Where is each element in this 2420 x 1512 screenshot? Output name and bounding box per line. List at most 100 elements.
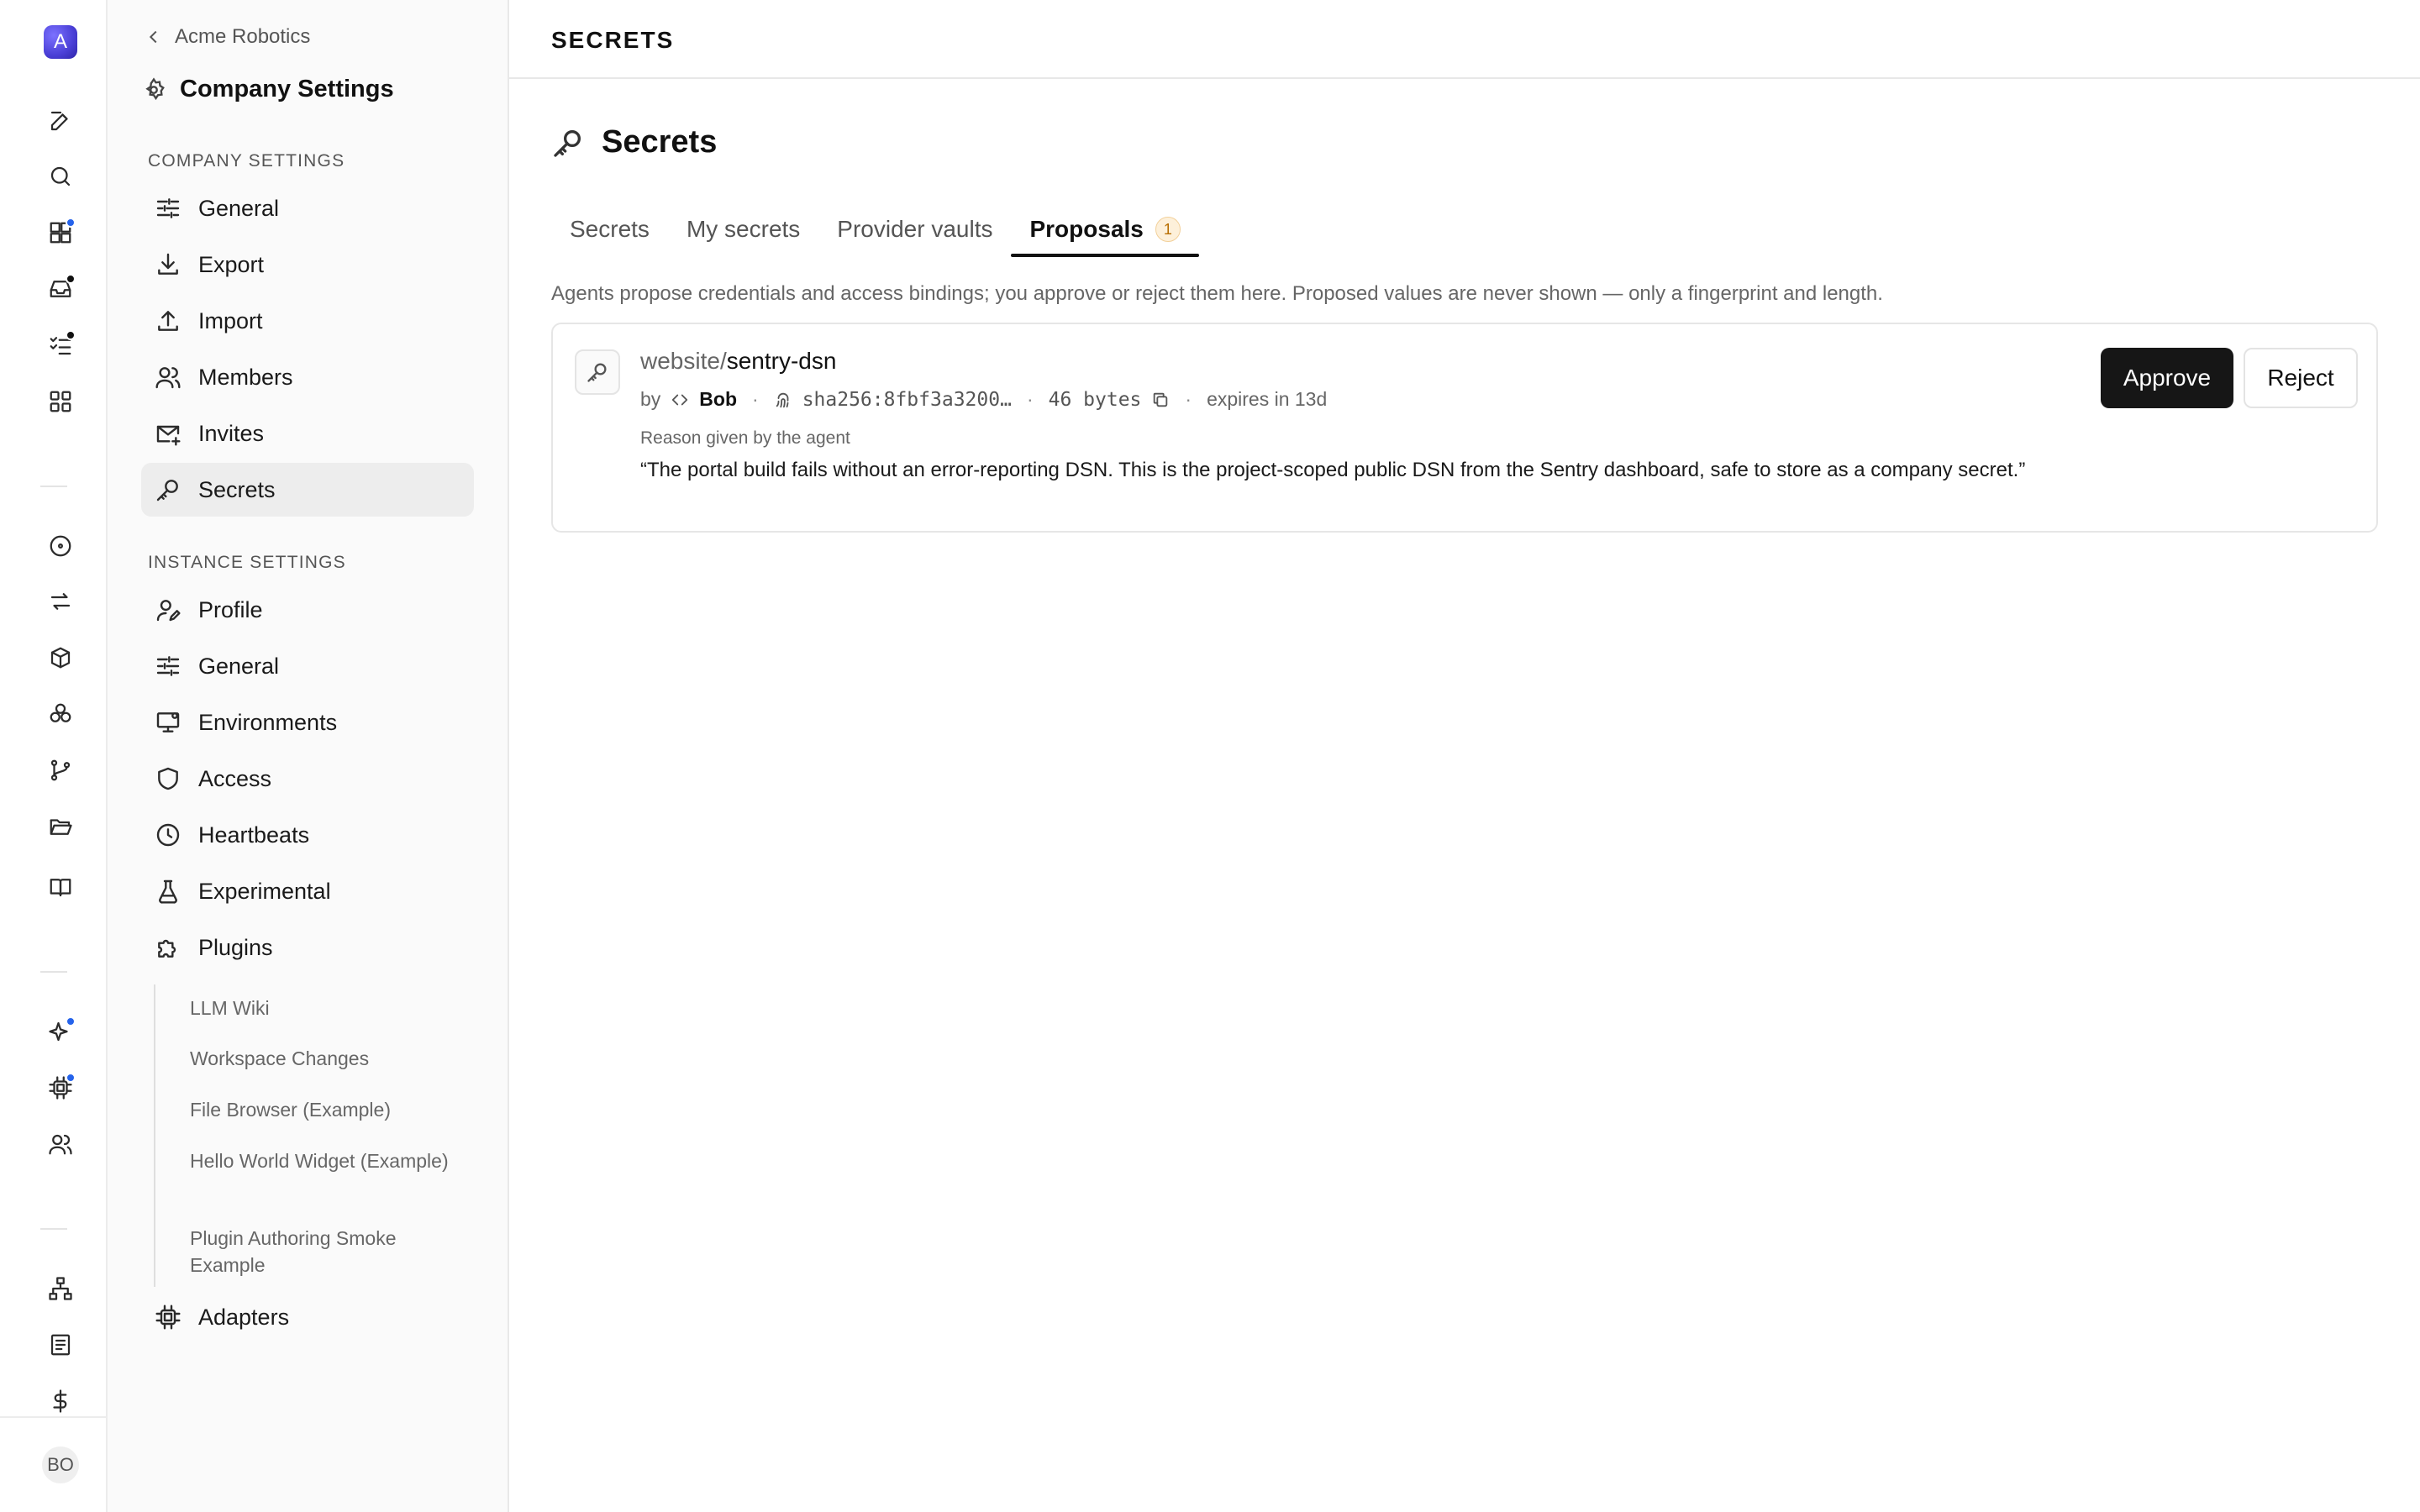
sidebar-item-experimental[interactable]: Experimental [141,864,474,918]
main-content: SECRETS Secrets Secrets My secrets Provi… [509,0,2420,1512]
notification-dot [66,274,76,284]
download-icon [158,253,178,275]
sidebar-item-heartbeats[interactable]: Heartbeats [141,808,474,862]
book-icon[interactable] [44,870,77,904]
monitor-icon [156,712,180,732]
reason-label: Reason given by the agent [640,428,850,448]
plugin-item-hello-world-widget[interactable]: Hello World Widget (Example) [190,1147,459,1174]
tab-my-secrets[interactable]: My secrets [668,202,818,257]
dollar-icon[interactable] [44,1384,77,1418]
sidebar-item-label: Heartbeats [198,822,310,848]
page-description: Agents propose credentials and access bi… [551,282,1883,305]
chip-icon[interactable] [44,1071,77,1105]
folder-open-icon[interactable] [44,810,77,843]
key-icon [554,129,581,157]
secret-name: website/sentry-dsn [640,348,836,375]
proposal-meta: by Bob · sha256:8fbf3a3200… · 46 bytes ·… [640,388,1327,411]
gear-icon [145,76,165,100]
cluster-icon[interactable] [44,697,77,731]
sidebar-item-label: Members [198,364,293,390]
sidebar-item-instance-general[interactable]: General [141,639,474,693]
sidebar-item-export[interactable]: Export [141,238,474,291]
plugin-item-llm-wiki[interactable]: LLM Wiki [190,995,459,1021]
org-chart-icon[interactable] [44,1272,77,1305]
plugin-item-workspace-changes[interactable]: Workspace Changes [190,1045,459,1072]
inbox-icon[interactable] [44,272,77,306]
sidebar-item-label: Access [198,765,272,791]
target-icon[interactable] [44,529,77,563]
apps-grid-icon[interactable] [44,385,77,418]
tab-secrets[interactable]: Secrets [551,202,668,257]
key-icon [156,480,178,501]
sparkles-icon[interactable] [44,1015,77,1048]
meta-separator: · [1185,388,1192,410]
package-icon[interactable] [44,641,77,675]
tab-proposals[interactable]: Proposals 1 [1011,202,1200,257]
document-icon[interactable] [44,1328,77,1362]
instance-settings-label: INSTANCE SETTINGS [148,553,346,572]
clock-icon [156,823,180,847]
compose-icon[interactable] [44,104,77,138]
sliders-icon [156,198,180,218]
sidebar-item-plugins[interactable]: Plugins [141,921,474,974]
plugin-item-file-browser[interactable]: File Browser (Example) [190,1096,459,1123]
rail-divider [40,486,67,487]
sidebar-item-environments[interactable]: Environments [141,696,474,749]
icon-rail: A BO [0,0,108,1512]
copy-icon[interactable] [1151,391,1170,409]
notification-dot [66,1073,76,1083]
sidebar-item-adapters[interactable]: Adapters [141,1290,474,1344]
sidebar-item-import[interactable]: Import [141,294,474,348]
sidebar-item-label: Plugins [198,934,273,960]
sidebar-item-label: General [198,653,280,679]
value-length: 46 bytes [1048,388,1142,411]
chip-icon [155,1305,181,1330]
chevron-left-icon [149,30,157,44]
sidebar-item-label: Experimental [198,878,331,904]
page-title-text: Secrets [602,124,718,160]
sidebar-item-invites[interactable]: Invites [141,407,474,460]
puzzle-icon [158,939,176,958]
back-to-company-link[interactable]: Acme Robotics [145,25,310,49]
sidebar-item-company-general[interactable]: General [141,181,474,235]
sidebar-item-label: Export [198,251,265,277]
fingerprint-icon [776,392,789,407]
shield-icon [158,767,178,790]
sidebar-item-label: Invites [198,420,265,446]
mail-plus-icon [156,425,181,446]
sidebar-item-label: Import [198,307,263,333]
user-avatar[interactable]: BO [42,1446,79,1483]
dashboard-icon[interactable] [44,216,77,249]
tab-label: Proposals [1029,216,1144,242]
upload-icon [158,311,178,331]
code-icon [672,394,688,405]
notification-dot [66,330,76,340]
sidebar-title: Company Settings [141,76,394,103]
rail-divider [40,971,67,973]
settings-sidebar: Acme Robotics Company Settings COMPANY S… [108,0,509,1512]
top-bar: SECRETS [509,0,2420,79]
meta-separator: · [752,388,759,410]
approve-button[interactable]: Approve [2101,348,2233,408]
search-icon[interactable] [44,160,77,193]
workspace-logo[interactable]: A [44,25,77,59]
sliders-icon [156,656,180,676]
tab-label: My secrets [686,216,801,242]
sync-icon[interactable] [44,585,77,618]
members-icon [155,367,181,389]
breadcrumb: SECRETS [551,27,675,53]
reject-button[interactable]: Reject [2244,348,2358,408]
expiry-text: expires in 13d [1207,388,1328,410]
sidebar-item-label: General [198,195,280,221]
sidebar-item-members[interactable]: Members [141,350,474,404]
tab-provider-vaults[interactable]: Provider vaults [818,202,1011,257]
tasks-icon[interactable] [44,328,77,362]
meta-separator: · [1026,388,1034,410]
plugin-item-plugin-authoring-smoke[interactable]: Plugin Authoring Smoke Example [190,1225,459,1278]
back-label: Acme Robotics [175,25,311,48]
sidebar-item-access[interactable]: Access [141,752,474,806]
sidebar-item-secrets[interactable]: Secrets [141,463,474,517]
git-branch-icon[interactable] [44,753,77,787]
sidebar-item-profile[interactable]: Profile [141,583,474,637]
users-icon[interactable] [44,1127,77,1161]
